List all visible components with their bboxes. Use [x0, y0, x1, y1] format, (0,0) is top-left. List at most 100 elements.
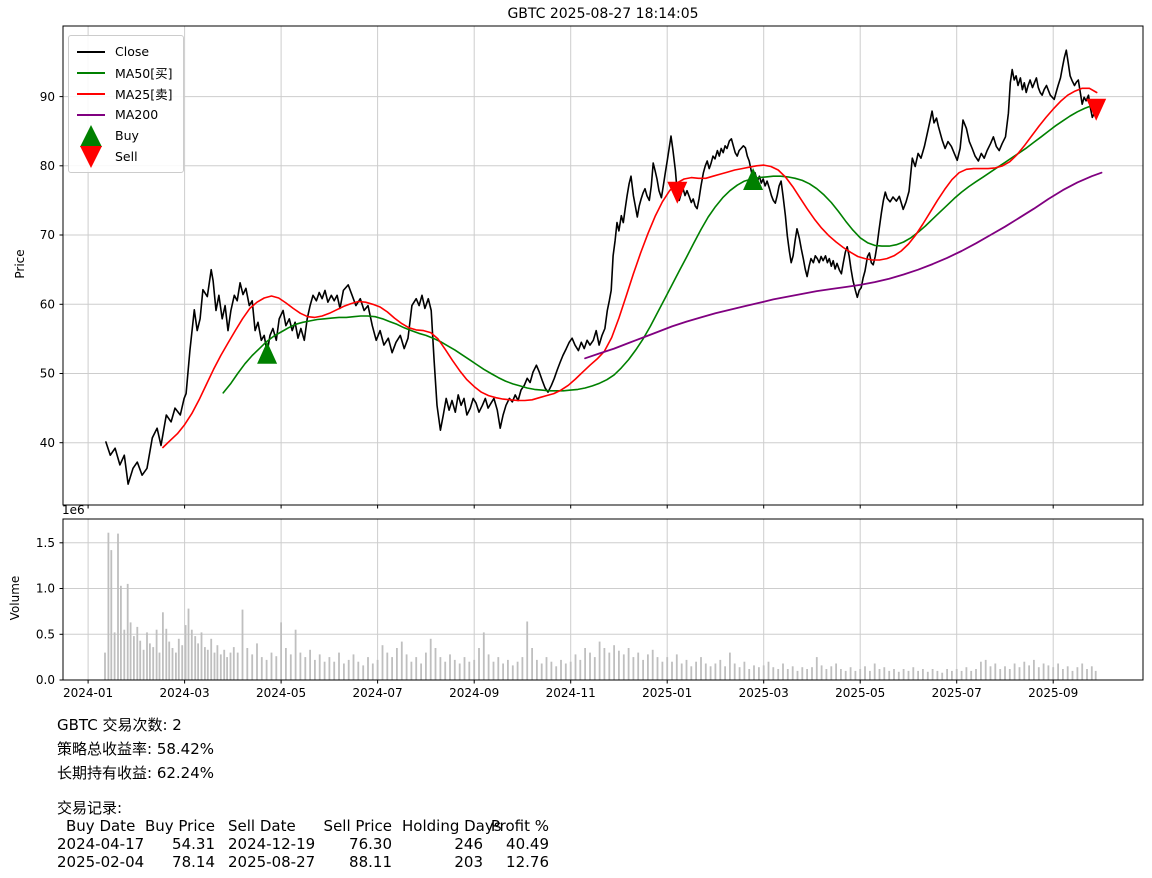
volume-bar	[353, 654, 355, 680]
volume-bar	[695, 662, 697, 680]
x-tick-label: 2025-01	[642, 686, 692, 700]
volume-bar	[226, 657, 228, 680]
volume-bar	[473, 660, 475, 680]
trade-cell: 40.49	[482, 835, 549, 853]
volume-bar	[406, 654, 408, 680]
volume-bar	[859, 669, 861, 680]
volume-bar	[314, 660, 316, 680]
volume-bar	[130, 622, 132, 680]
volume-bar	[985, 660, 987, 680]
volume-bar	[411, 662, 413, 680]
volume-bar	[980, 662, 982, 680]
x-tick-label: 2025-09	[1028, 686, 1078, 700]
volume-bar	[806, 669, 808, 680]
volume-bar	[488, 654, 490, 680]
trade-row: 2025-02-0478.142025-08-2788.1120312.76	[0, 853, 620, 871]
volume-bar	[994, 664, 996, 681]
volume-bar	[671, 662, 673, 680]
legend-item-3: MA200	[77, 104, 173, 125]
volume-bar	[266, 660, 268, 680]
price-tick-label: 60	[40, 298, 55, 312]
legend-label: Buy	[115, 128, 139, 143]
legend-label: MA25[卖]	[115, 84, 173, 103]
volume-bar	[1043, 664, 1045, 681]
volume-bar	[300, 653, 302, 680]
legend-item-2: MA25[卖]	[77, 83, 173, 104]
volume-bar	[120, 586, 122, 680]
volume-bar	[782, 664, 784, 681]
volume-bar	[753, 665, 755, 680]
volume-bar	[1009, 669, 1011, 680]
volume-bar	[159, 653, 161, 680]
volume-bar	[840, 669, 842, 680]
volume-bar	[507, 660, 509, 680]
volume-bar	[1014, 664, 1016, 681]
volume-bar	[146, 632, 148, 680]
volume-bar	[628, 648, 630, 680]
legend-item-1: MA50[买]	[77, 62, 173, 83]
legend-line	[77, 72, 105, 74]
volume-bar	[401, 642, 403, 680]
volume-bar	[932, 669, 934, 680]
volume-bar	[338, 653, 340, 680]
volume-bar	[133, 636, 135, 680]
volume-bar	[117, 534, 119, 680]
volume-bar	[285, 648, 287, 680]
volume-bar	[168, 642, 170, 680]
volume-bar	[787, 669, 789, 680]
volume-bar	[633, 657, 635, 680]
triangle-down-icon	[77, 145, 105, 169]
volume-bar	[1028, 665, 1030, 680]
volume-bar	[483, 632, 485, 680]
volume-bar	[729, 653, 731, 680]
volume-bar	[1077, 667, 1079, 680]
volume-bar	[589, 653, 591, 680]
volume-bar	[1038, 667, 1040, 680]
x-tick-label: 2025-05	[835, 686, 885, 700]
x-tick-label: 2024-05	[256, 686, 306, 700]
volume-bar	[850, 667, 852, 680]
volume-bar	[256, 643, 258, 680]
volume-bar	[440, 657, 442, 680]
trade-cell: 203	[402, 853, 483, 871]
volume-bar	[768, 662, 770, 680]
volume-bar	[811, 667, 813, 680]
volume-bar	[415, 657, 417, 680]
legend-line-sample	[77, 114, 105, 116]
volume-bar	[613, 645, 615, 680]
volume-bar	[642, 660, 644, 680]
x-tick-label: 2024-11	[546, 686, 596, 700]
volume-bar	[835, 664, 837, 681]
volume-bar	[531, 648, 533, 680]
volume-bar	[565, 664, 567, 681]
volume-bar	[362, 665, 364, 680]
volume-bar	[1048, 665, 1050, 680]
trades-section-title: 交易记录:	[57, 799, 122, 817]
trade-cell: 78.14	[132, 853, 215, 871]
volume-bar	[162, 612, 164, 680]
volume-bar	[541, 664, 543, 681]
volume-bar	[136, 627, 138, 680]
volume-bar	[343, 664, 345, 681]
volume-bar	[937, 671, 939, 680]
price-tick-label: 40	[40, 436, 55, 450]
volume-bar	[830, 666, 832, 680]
trades-header-cell: Buy Price	[132, 817, 215, 835]
trade-cell: 12.76	[482, 853, 549, 871]
volume-bar	[319, 654, 321, 680]
volume-bar	[724, 666, 726, 680]
trades-header-row: Buy DateBuy PriceSell DateSell PriceHold…	[0, 817, 620, 835]
volume-bar	[1091, 666, 1093, 680]
legend-item-4: Buy	[77, 125, 173, 146]
volume-bar	[512, 665, 514, 680]
legend-line	[77, 93, 105, 95]
volume-bar	[396, 648, 398, 680]
volume-bar	[555, 666, 557, 680]
volume-bar	[230, 653, 232, 680]
legend-line-sample	[77, 51, 105, 53]
volume-bar	[204, 647, 206, 680]
volume-bar	[662, 662, 664, 680]
volume-bar	[242, 610, 244, 680]
volume-bar	[903, 669, 905, 680]
volume-bar	[522, 657, 524, 680]
